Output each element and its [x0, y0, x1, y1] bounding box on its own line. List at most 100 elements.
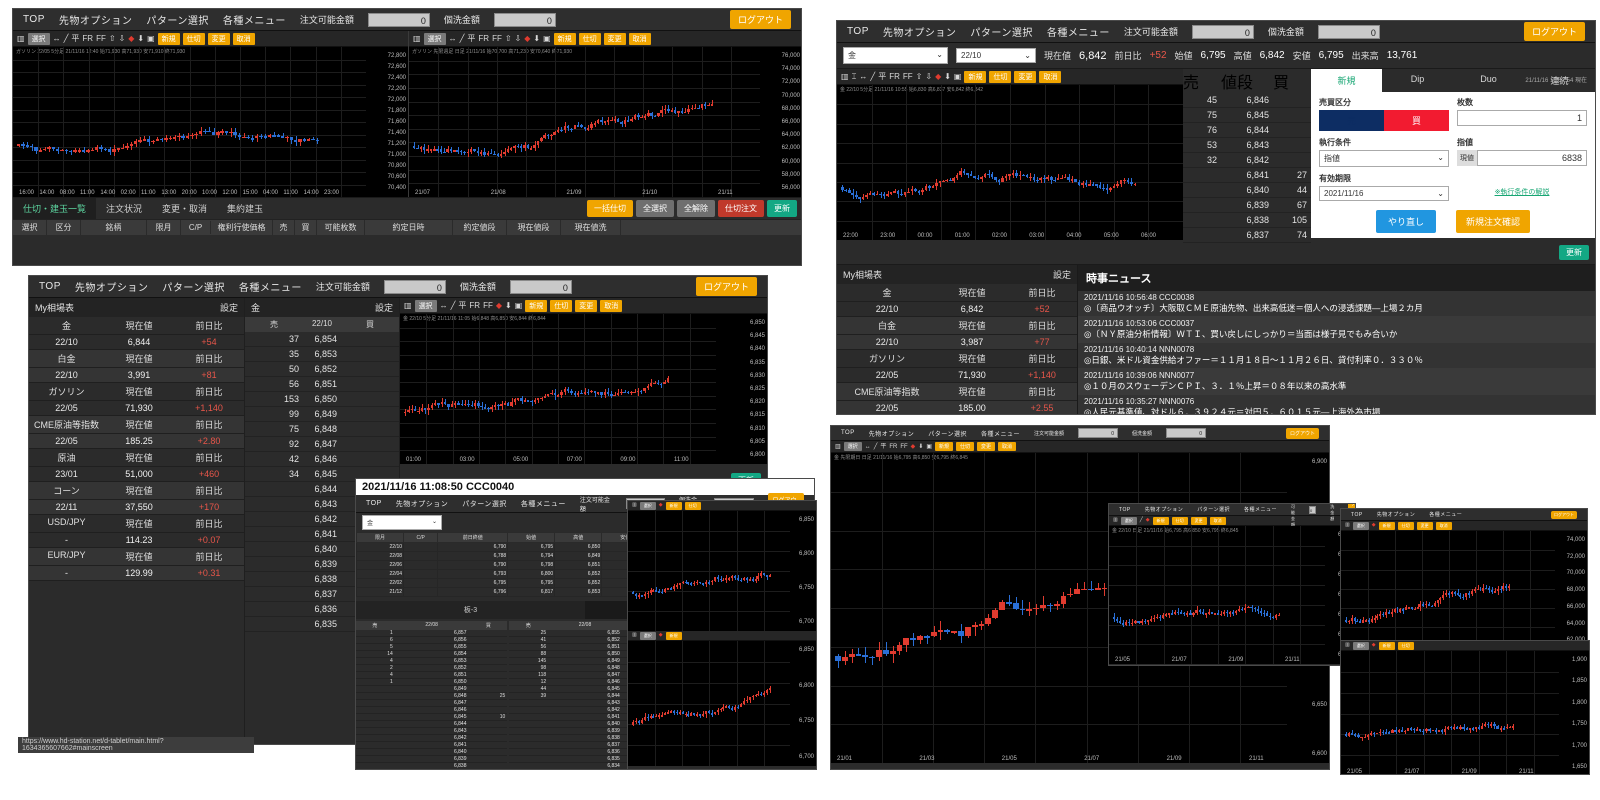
horizontal-line-icon[interactable]: ↔ — [859, 73, 867, 81]
select-button[interactable]: 選択 — [1353, 642, 1369, 650]
settings-link[interactable]: 設定 — [1053, 268, 1071, 281]
settings-link[interactable]: 設定 — [220, 301, 238, 314]
board-row[interactable]: 6,840 — [356, 749, 507, 756]
new-order-button[interactable]: 新規 — [1379, 642, 1395, 650]
fr-icon[interactable]: FR — [889, 444, 897, 450]
menu-item-top[interactable]: TOP — [1351, 512, 1363, 518]
board-price[interactable]: 6,836 — [548, 749, 622, 755]
board-row[interactable]: 75 6,848 — [245, 422, 399, 437]
board-buy-qty[interactable] — [469, 658, 508, 664]
select-button[interactable]: 選択 — [640, 632, 656, 640]
board-price[interactable]: 6,842 — [303, 512, 341, 526]
board-sell-qty[interactable] — [356, 686, 395, 692]
horizontal-line-icon[interactable]: ↔ — [449, 35, 457, 43]
column-header[interactable]: 限月 — [147, 220, 181, 235]
board-price[interactable]: 6,835 — [548, 756, 622, 762]
quote-value-row[interactable]: 22/05 71,930 +1,140 — [837, 368, 1077, 383]
board-price[interactable]: 6,851 — [395, 672, 469, 678]
board-sell-qty[interactable]: 50 — [245, 362, 303, 376]
board-price[interactable]: 6,843 — [303, 497, 341, 511]
bar-chart-icon[interactable]: ▥ — [1345, 643, 1350, 648]
board-row[interactable]: 37 6,854 — [245, 332, 399, 347]
trend-line-icon[interactable]: ╱ — [870, 73, 875, 81]
horizontal-line-icon[interactable]: ↔ — [53, 35, 61, 43]
new-order-button[interactable]: 新規 — [525, 300, 547, 312]
flame-icon[interactable]: ◆ — [496, 302, 502, 310]
board-row[interactable]: 92 6,847 — [245, 437, 399, 452]
deselect-all-button[interactable]: 全解除 — [677, 200, 715, 217]
board-price[interactable]: 6,841 — [303, 527, 341, 541]
news-item[interactable]: 2021/11/16 10:56:48 CCC0038 ◎〔商品ウオッチ〕大阪取… — [1078, 291, 1595, 317]
select-button[interactable]: 選択 — [1121, 517, 1137, 525]
board-price[interactable]: 6,849 — [548, 658, 622, 664]
image-icon[interactable]: ▣ — [954, 73, 962, 81]
board-sell-qty[interactable]: 92 — [245, 437, 303, 451]
board-sell-qty[interactable]: 75 — [245, 422, 303, 436]
board-price[interactable]: 6,841 — [548, 714, 622, 720]
condition-select[interactable]: 指値⌄ — [1319, 150, 1449, 167]
trend-line-icon[interactable]: ╱ — [1140, 518, 1143, 523]
board-row[interactable]: 6,838 105 — [1183, 213, 1311, 228]
board-row[interactable]: 6,841 — [356, 742, 507, 749]
quote-value-row[interactable]: 22/10 3,991 +81 — [29, 368, 244, 383]
column-header[interactable]: 売 — [273, 220, 295, 235]
board-price[interactable]: 6,852 — [395, 665, 469, 671]
quote-value-row[interactable]: - 129.99 +0.31 — [29, 566, 244, 581]
board-sell-qty[interactable]: 39 — [509, 693, 548, 699]
bar-chart-icon[interactable]: ▥ — [17, 35, 25, 43]
trend-line-icon[interactable]: ╱ — [874, 444, 878, 450]
chart-gold-intraday[interactable]: 金 22/10 5分足 21/11/16 11:05 始6,848 高6,850… — [400, 314, 767, 464]
board-sell-qty[interactable] — [356, 707, 395, 713]
refresh-button[interactable]: 更新 — [1559, 245, 1589, 260]
image-icon[interactable]: ▣ — [515, 302, 523, 310]
board-buy-qty[interactable] — [469, 728, 508, 734]
menu-item-various-menu[interactable]: 各種メニュー — [1429, 511, 1462, 518]
quote-value-row[interactable]: 22/05 71,930 +1,140 — [29, 401, 244, 416]
board-price[interactable]: 6,844 — [395, 721, 469, 727]
image-icon[interactable]: ▣ — [926, 444, 932, 450]
confirm-order-button[interactable]: 新規注文確認 — [1456, 210, 1530, 233]
board-buy-qty[interactable]: 67 — [1273, 198, 1311, 212]
board-sell-qty[interactable] — [509, 700, 548, 706]
board-sell-qty[interactable] — [1183, 168, 1221, 182]
quote-value-row[interactable]: 22/05 185.25 +2.80 — [29, 434, 244, 449]
board-sell-qty[interactable]: 75 — [1183, 108, 1221, 122]
board-sell-qty[interactable]: 153 — [245, 392, 303, 406]
new-order-button[interactable]: 新規 — [554, 33, 576, 45]
board-sell-qty[interactable] — [245, 482, 303, 496]
change-button[interactable]: 変更 — [208, 33, 230, 45]
new-order-button[interactable]: 新規 — [935, 442, 953, 451]
board-sell-qty[interactable]: 34 — [245, 467, 303, 481]
change-button[interactable]: 変更 — [1191, 517, 1207, 525]
flame-icon[interactable]: ◆ — [911, 444, 916, 450]
news-item[interactable]: 2021/11/16 10:40:14 NNN0078 ◎日銀、米ドル資金供給オ… — [1078, 343, 1595, 369]
change-button[interactable]: 変更 — [1014, 71, 1036, 83]
board-row[interactable]: 6,838 — [356, 763, 507, 770]
board-buy-qty[interactable] — [469, 721, 508, 727]
bar-chart-icon[interactable]: ▥ — [1113, 518, 1118, 523]
column-header[interactable]: 可能枚数 — [317, 220, 365, 235]
board-row[interactable]: 6,839 67 — [1183, 198, 1311, 213]
board-sell-qty[interactable]: 4 — [356, 672, 395, 678]
board-sell-qty[interactable] — [245, 587, 303, 601]
settle-button[interactable]: 仕切 — [1398, 522, 1414, 530]
board-buy-qty[interactable] — [341, 407, 399, 421]
wash-amount-field[interactable]: 0 — [510, 280, 572, 294]
change-button[interactable]: 変更 — [575, 300, 597, 312]
new-order-button[interactable]: 新規 — [158, 33, 180, 45]
board-price[interactable]: 6,852 — [548, 637, 622, 643]
chart-mid[interactable]: 金 22/10 日足 21/11/16 始6,795 高6,850 安6,795… — [1109, 526, 1355, 664]
board-sell-qty[interactable] — [356, 749, 395, 755]
news-item[interactable]: 2021/11/16 10:35:27 NNN0076 ◎人民元基準値、対ドル６… — [1078, 395, 1595, 415]
board-row[interactable]: 99 6,849 — [245, 407, 399, 422]
tab-dip[interactable]: Dip — [1382, 69, 1453, 92]
board-buy-qty[interactable] — [341, 452, 399, 466]
column-header[interactable]: 現在値洗 — [561, 220, 621, 235]
board-price[interactable]: 6,847 — [303, 437, 341, 451]
board-row[interactable]: 35 6,853 — [245, 347, 399, 362]
new-order-button[interactable]: 新規 — [1153, 517, 1169, 525]
board-buy-qty[interactable] — [469, 665, 508, 671]
menu-item-futures-options[interactable]: 先物オプション — [869, 429, 915, 438]
menu-item-top[interactable]: TOP — [366, 500, 382, 507]
board-sell-qty[interactable]: 118 — [509, 672, 548, 678]
